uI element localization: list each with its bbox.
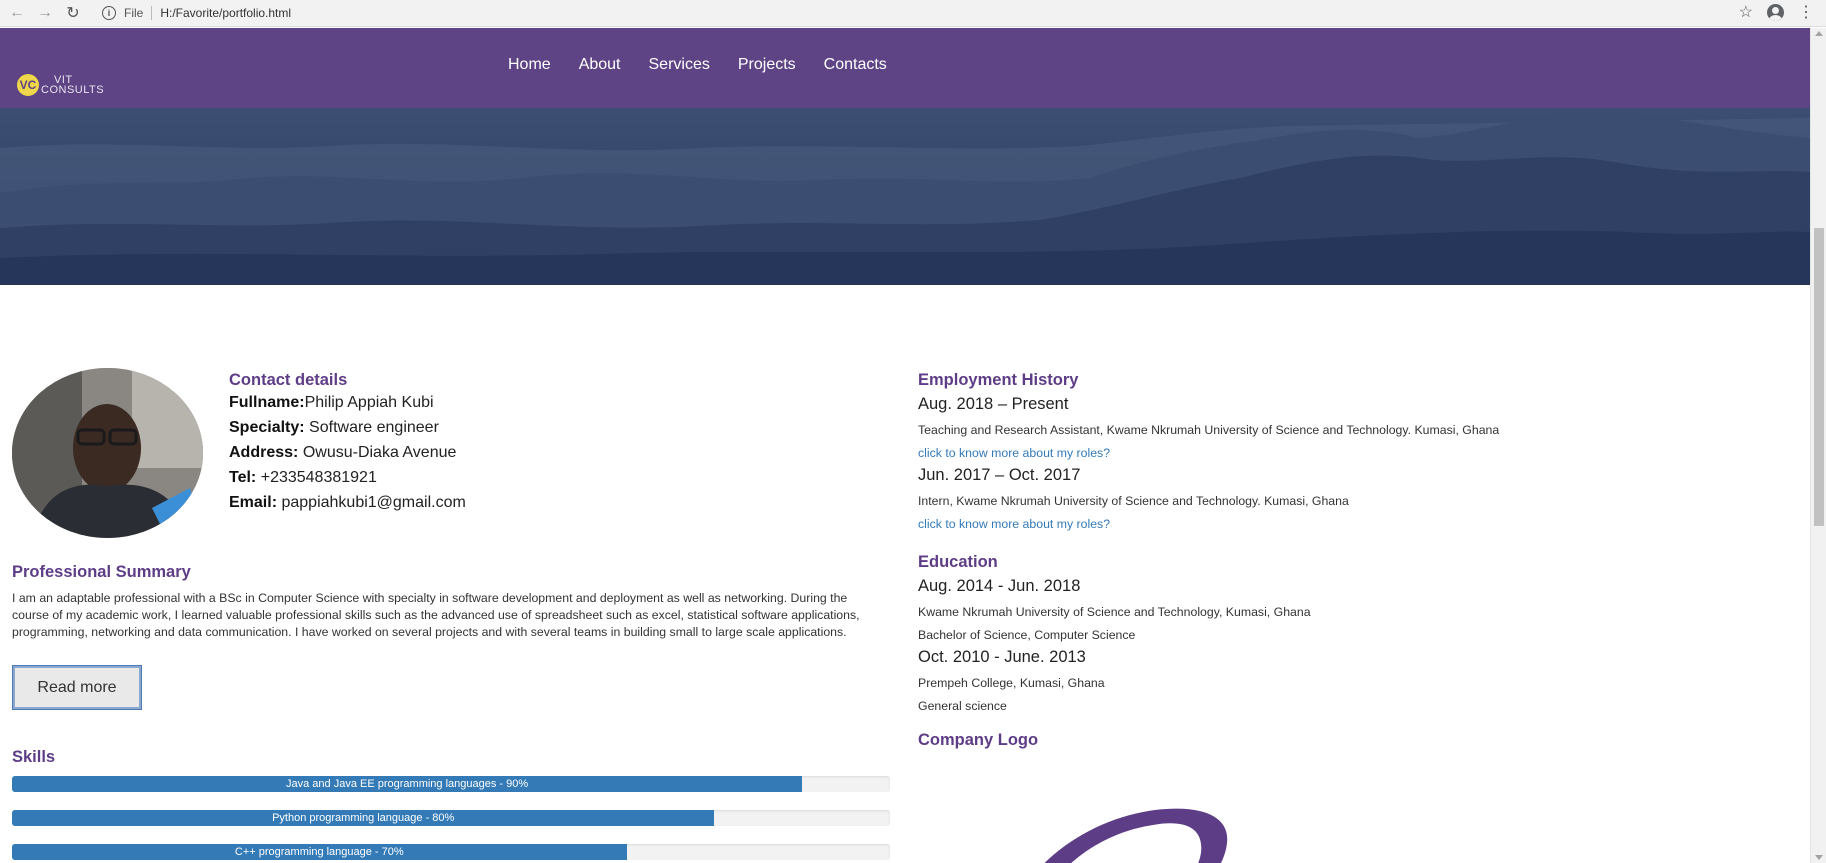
skill-progress-bar: Python programming language - 80% — [12, 810, 890, 826]
summary-title: Professional Summary — [12, 563, 191, 581]
summary-text: I am an adaptable professional with a BS… — [12, 591, 860, 639]
employment-period: Jun. 2017 – Oct. 2017 — [918, 466, 1081, 484]
page-viewport: VC VIT CONSULTS Home About Services Proj… — [0, 28, 1810, 863]
education-period: Oct. 2010 - June. 2013 — [918, 648, 1086, 666]
omnibox-divider — [151, 6, 153, 20]
tel-row: Tel: +233548381921 — [229, 465, 466, 490]
nav-projects[interactable]: Projects — [738, 56, 796, 74]
mountain-landscape-image — [0, 112, 1810, 285]
scroll-up-arrow-icon[interactable] — [1815, 31, 1823, 36]
specialty-value: Software engineer — [309, 419, 439, 436]
logo-text-line2: CONSULTS — [41, 84, 105, 96]
tel-label: Tel: — [229, 469, 257, 486]
specialty-row: Specialty: Software engineer — [229, 415, 466, 440]
info-icon[interactable]: i — [102, 6, 116, 20]
skill-list: Java and Java EE programming languages -… — [12, 776, 890, 860]
email-row: Email: pappiahkubi1@gmail.com — [229, 490, 466, 515]
logo-text: VIT CONSULTS — [41, 75, 105, 96]
roles-link[interactable]: click to know more about my roles? — [918, 446, 1798, 460]
address-label: Address: — [229, 444, 299, 461]
address-value: Owusu-Diaka Avenue — [302, 444, 457, 461]
employment-period: Aug. 2018 – Present — [918, 395, 1069, 413]
specialty-label: Specialty: — [229, 419, 305, 436]
skills-title: Skills — [12, 748, 56, 766]
forward-arrow-icon[interactable]: → — [34, 2, 56, 24]
professional-summary: Professional Summary I am an adaptable p… — [12, 563, 884, 641]
fullname-value: Philip Appiah Kubi — [304, 394, 434, 411]
nav-services[interactable]: Services — [649, 56, 710, 74]
address-bar[interactable]: i File H:/Favorite/portfolio.html — [102, 2, 1750, 24]
person-portrait-image — [12, 368, 203, 538]
scroll-thumb[interactable] — [1814, 228, 1824, 526]
skill-progress-fill: Python programming language - 80% — [12, 810, 715, 826]
education-school: Kwame Nkrumah University of Science and … — [918, 605, 1311, 619]
main-nav: Home About Services Projects Contacts — [508, 56, 887, 74]
scheme-label: File — [124, 6, 144, 20]
education-program: General science — [918, 699, 1007, 713]
browser-toolbar: ← → ↻ i File H:/Favorite/portfolio.html … — [0, 0, 1826, 27]
profile-avatar-icon[interactable] — [1767, 3, 1784, 21]
scroll-down-arrow-icon[interactable] — [1815, 855, 1823, 860]
nav-about[interactable]: About — [579, 56, 621, 74]
nav-contacts[interactable]: Contacts — [824, 56, 887, 74]
address-row: Address: Owusu-Diaka Avenue — [229, 440, 466, 465]
email-label: Email: — [229, 494, 278, 511]
contact-details: Contact details Fullname:Philip Appiah K… — [229, 371, 466, 515]
contact-details-title: Contact details — [229, 371, 348, 389]
url-text[interactable]: H:/Favorite/portfolio.html — [160, 6, 291, 20]
fullname-label: Fullname: — [229, 394, 305, 411]
education-school: Prempeh College, Kumasi, Ghana — [918, 676, 1105, 690]
site-header: VC VIT CONSULTS Home About Services Proj… — [0, 28, 1810, 108]
employment-title: Employment History — [918, 371, 1079, 389]
nav-home[interactable]: Home — [508, 56, 551, 74]
company-logo-image — [1044, 808, 1228, 863]
education-period: Aug. 2014 - Jun. 2018 — [918, 577, 1081, 595]
email-value: pappiahkubi1@gmail.com — [281, 494, 466, 511]
employment-role: Teaching and Research Assistant, Kwame N… — [918, 423, 1500, 437]
employment-role: Intern, Kwame Nkrumah University of Scie… — [918, 494, 1349, 508]
profile-photo — [12, 368, 203, 538]
tel-value: +233548381921 — [260, 469, 377, 486]
education-title: Education — [918, 553, 998, 571]
site-logo[interactable]: VC VIT CONSULTS — [17, 74, 104, 96]
skill-progress-bar: C++ programming language - 70% — [12, 844, 890, 860]
hero-banner — [0, 108, 1810, 285]
read-more-button[interactable]: Read more — [12, 665, 142, 710]
skills-section: Skills Java and Java EE programming lang… — [12, 748, 890, 860]
bookmark-star-icon[interactable]: ☆ — [1739, 2, 1753, 22]
browser-menu-icon[interactable]: ⋮ — [1798, 2, 1814, 22]
skill-progress-bar: Java and Java EE programming languages -… — [12, 776, 890, 792]
company-logo-title: Company Logo — [918, 731, 1039, 749]
skill-progress-fill: C++ programming language - 70% — [12, 844, 627, 860]
skill-progress-fill: Java and Java EE programming languages -… — [12, 776, 803, 792]
education-program: Bachelor of Science, Computer Science — [918, 628, 1136, 642]
logo-mark-icon: VC — [17, 74, 39, 96]
vertical-scrollbar[interactable] — [1810, 28, 1826, 863]
reload-icon[interactable]: ↻ — [62, 2, 84, 24]
fullname-row: Fullname:Philip Appiah Kubi — [229, 390, 466, 415]
back-arrow-icon[interactable]: ← — [6, 2, 28, 24]
right-column: Employment History Aug. 2018 – Present T… — [918, 371, 1798, 750]
roles-link[interactable]: click to know more about my roles? — [918, 517, 1798, 531]
